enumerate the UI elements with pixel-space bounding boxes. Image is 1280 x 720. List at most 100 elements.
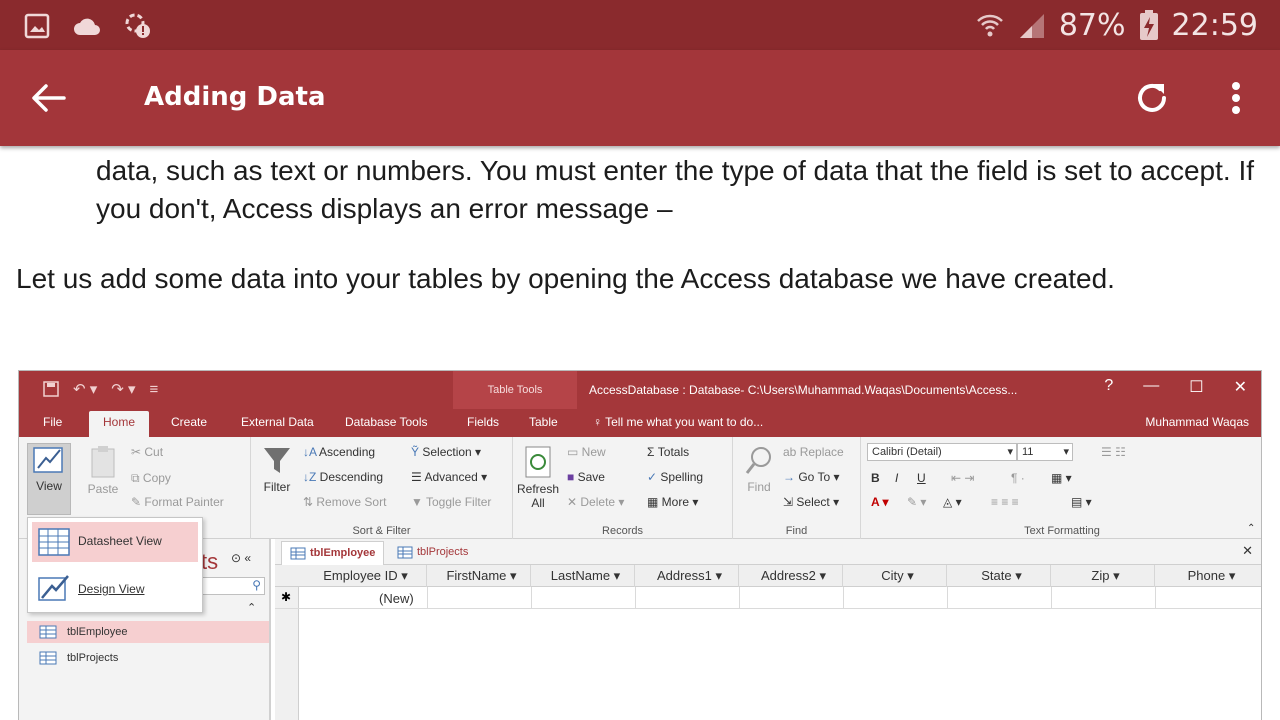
copy-button[interactable]: ⧉ Copy [131, 471, 171, 486]
gridlines-icon[interactable]: ▦ ▾ [1051, 471, 1072, 485]
collapse-ribbon-icon[interactable]: ⌃ [1247, 523, 1255, 534]
column-header-state[interactable]: State ▾ [947, 565, 1051, 587]
advanced-filter-icon: ☰ [411, 470, 425, 484]
back-arrow-icon[interactable] [28, 78, 68, 118]
more-button[interactable]: ▦ More ▾ [647, 495, 698, 509]
toggle-filter-label: Toggle Filter [426, 495, 492, 509]
nav-pane-dropdown-icon[interactable]: ⊙ « [231, 551, 251, 565]
column-header-label: Address1 [656, 568, 712, 583]
italic-button[interactable]: I [895, 471, 898, 485]
column-header-employee-id[interactable]: Employee ID ▾ [299, 565, 427, 587]
tab-home[interactable]: Home [89, 411, 150, 437]
underline-button[interactable]: U [917, 471, 926, 485]
indented-paragraph: data, such as text or numbers. You must … [96, 155, 1255, 224]
page-title: Adding Data [144, 82, 326, 112]
customize-qat-icon[interactable]: ≡ [150, 381, 159, 398]
font-name-value: Calibri (Detail) [872, 446, 942, 458]
alt-row-color-icon[interactable]: ▤ ▾ [1071, 495, 1092, 509]
go-to-button[interactable]: → Go To ▾ [783, 470, 840, 484]
fill-color-icon[interactable]: ◬ ▾ [943, 495, 962, 509]
delete-record-button[interactable]: ✕ Delete ▾ [567, 495, 624, 509]
nav-item-tblemployee[interactable]: tblEmployee [27, 621, 269, 643]
table-icon [397, 546, 413, 559]
find-button[interactable]: Find [739, 445, 779, 494]
scissors-icon: ✂ [131, 445, 145, 459]
view-button[interactable]: View [27, 443, 71, 515]
column-header-label: Address2 [760, 568, 816, 583]
new-record-row[interactable]: ✱ (New) [275, 587, 1261, 609]
datasheet-view-option[interactable]: Datasheet View [32, 522, 198, 562]
nav-item-label: tblProjects [67, 652, 119, 664]
totals-button[interactable]: Σ Totals [647, 445, 689, 459]
toggle-filter-button[interactable]: ▼ Toggle Filter [411, 495, 491, 509]
collapse-section-icon[interactable]: ⌃ [247, 601, 256, 614]
selection-button[interactable]: Ỹ Selection ▾ [411, 445, 481, 459]
column-header-phone[interactable]: Phone ▾ [1155, 565, 1261, 587]
more-vert-icon[interactable] [1216, 78, 1256, 118]
help-button[interactable]: ? [1104, 377, 1113, 397]
font-size-select[interactable]: 11 ▾ [1017, 443, 1073, 461]
doc-tab-tblemployee[interactable]: tblEmployee [281, 541, 385, 565]
indent-icon[interactable]: ⇤ ⇥ [951, 471, 974, 485]
paste-button[interactable]: Paste [81, 445, 125, 496]
column-header-label: City [881, 568, 904, 583]
refresh-all-button[interactable]: Refresh All [515, 445, 561, 510]
new-record-star-icon: ✱ [281, 590, 292, 604]
font-name-select[interactable]: Calibri (Detail) ▾ [867, 443, 1017, 461]
filter-button[interactable]: Filter [255, 445, 299, 494]
redo-icon[interactable]: ↷ ▾ [111, 380, 135, 398]
highlight-icon[interactable]: ✎ ▾ [907, 495, 926, 509]
align-icons[interactable]: ≡ ≡ ≡ [991, 495, 1019, 509]
advanced-button[interactable]: ☰ Advanced ▾ [411, 470, 487, 484]
column-header-address1[interactable]: Address1 ▾ [635, 565, 739, 587]
new-record-icon: ▭ [567, 445, 582, 459]
maximize-icon[interactable]: ☐ [1189, 377, 1203, 397]
design-view-icon [33, 447, 63, 473]
new-record-button[interactable]: ▭ New [567, 445, 606, 459]
tab-fields[interactable]: Fields [467, 415, 499, 429]
ascending-button[interactable]: ↓A Ascending [303, 445, 375, 459]
new-record-id[interactable]: (New) [379, 591, 414, 606]
tell-me-search[interactable]: ♀ Tell me what you want to do... [593, 415, 763, 429]
wifi-icon [976, 14, 1003, 37]
tab-create[interactable]: Create [171, 415, 207, 429]
column-header-firstname[interactable]: FirstName ▾ [427, 565, 531, 587]
refresh-icon[interactable] [1132, 78, 1172, 118]
close-icon[interactable]: ✕ [1234, 377, 1247, 397]
nav-item-tblprojects[interactable]: tblProjects [27, 647, 269, 669]
close-document-icon[interactable]: ✕ [1242, 543, 1253, 559]
column-header-lastname[interactable]: LastName ▾ [531, 565, 635, 587]
save-icon[interactable] [43, 381, 59, 397]
cut-button[interactable]: ✂ Cut [131, 445, 163, 459]
refresh-all-label: Refresh All [516, 482, 560, 510]
tab-database-tools[interactable]: Database Tools [345, 415, 428, 429]
column-header-zip[interactable]: Zip ▾ [1051, 565, 1155, 587]
tab-file[interactable]: File [43, 415, 62, 429]
remove-sort-button[interactable]: ⇅ Remove Sort [303, 495, 386, 509]
table-icon [39, 625, 57, 639]
spelling-button[interactable]: ✓ Spelling [647, 470, 703, 484]
font-color-icon[interactable]: A ▾ [871, 495, 889, 509]
undo-icon[interactable]: ↶ ▾ [73, 380, 97, 398]
descending-button[interactable]: ↓Z Descending [303, 470, 383, 484]
save-record-button[interactable]: ■ Save [567, 470, 605, 484]
rtl-icon[interactable]: ¶ · [1011, 471, 1025, 485]
column-header-address2[interactable]: Address2 ▾ [739, 565, 843, 587]
doc-tab-tblprojects[interactable]: tblProjects [389, 541, 476, 565]
column-header-city[interactable]: City ▾ [843, 565, 947, 587]
column-header-label: FirstName [446, 568, 507, 583]
go-to-label: Go To [798, 470, 831, 484]
minimize-icon[interactable]: — [1143, 377, 1159, 397]
user-name[interactable]: Muhammad Waqas [1145, 415, 1249, 429]
select-button[interactable]: ⇲ Select ▾ [783, 495, 839, 509]
bold-button[interactable]: B [871, 471, 880, 485]
format-painter-button[interactable]: ✎ Format Painter [131, 495, 224, 509]
tab-table[interactable]: Table [529, 415, 558, 429]
doc-tab-label: tblProjects [417, 546, 469, 558]
nav-search-input[interactable]: ⚲ [201, 577, 265, 595]
ascending-label: Ascending [319, 445, 376, 459]
replace-button[interactable]: ab Replace [783, 445, 844, 459]
tab-external-data[interactable]: External Data [241, 415, 314, 429]
list-icons[interactable]: ☰ ☷ [1101, 445, 1126, 459]
design-view-option[interactable]: Design View [32, 570, 198, 610]
